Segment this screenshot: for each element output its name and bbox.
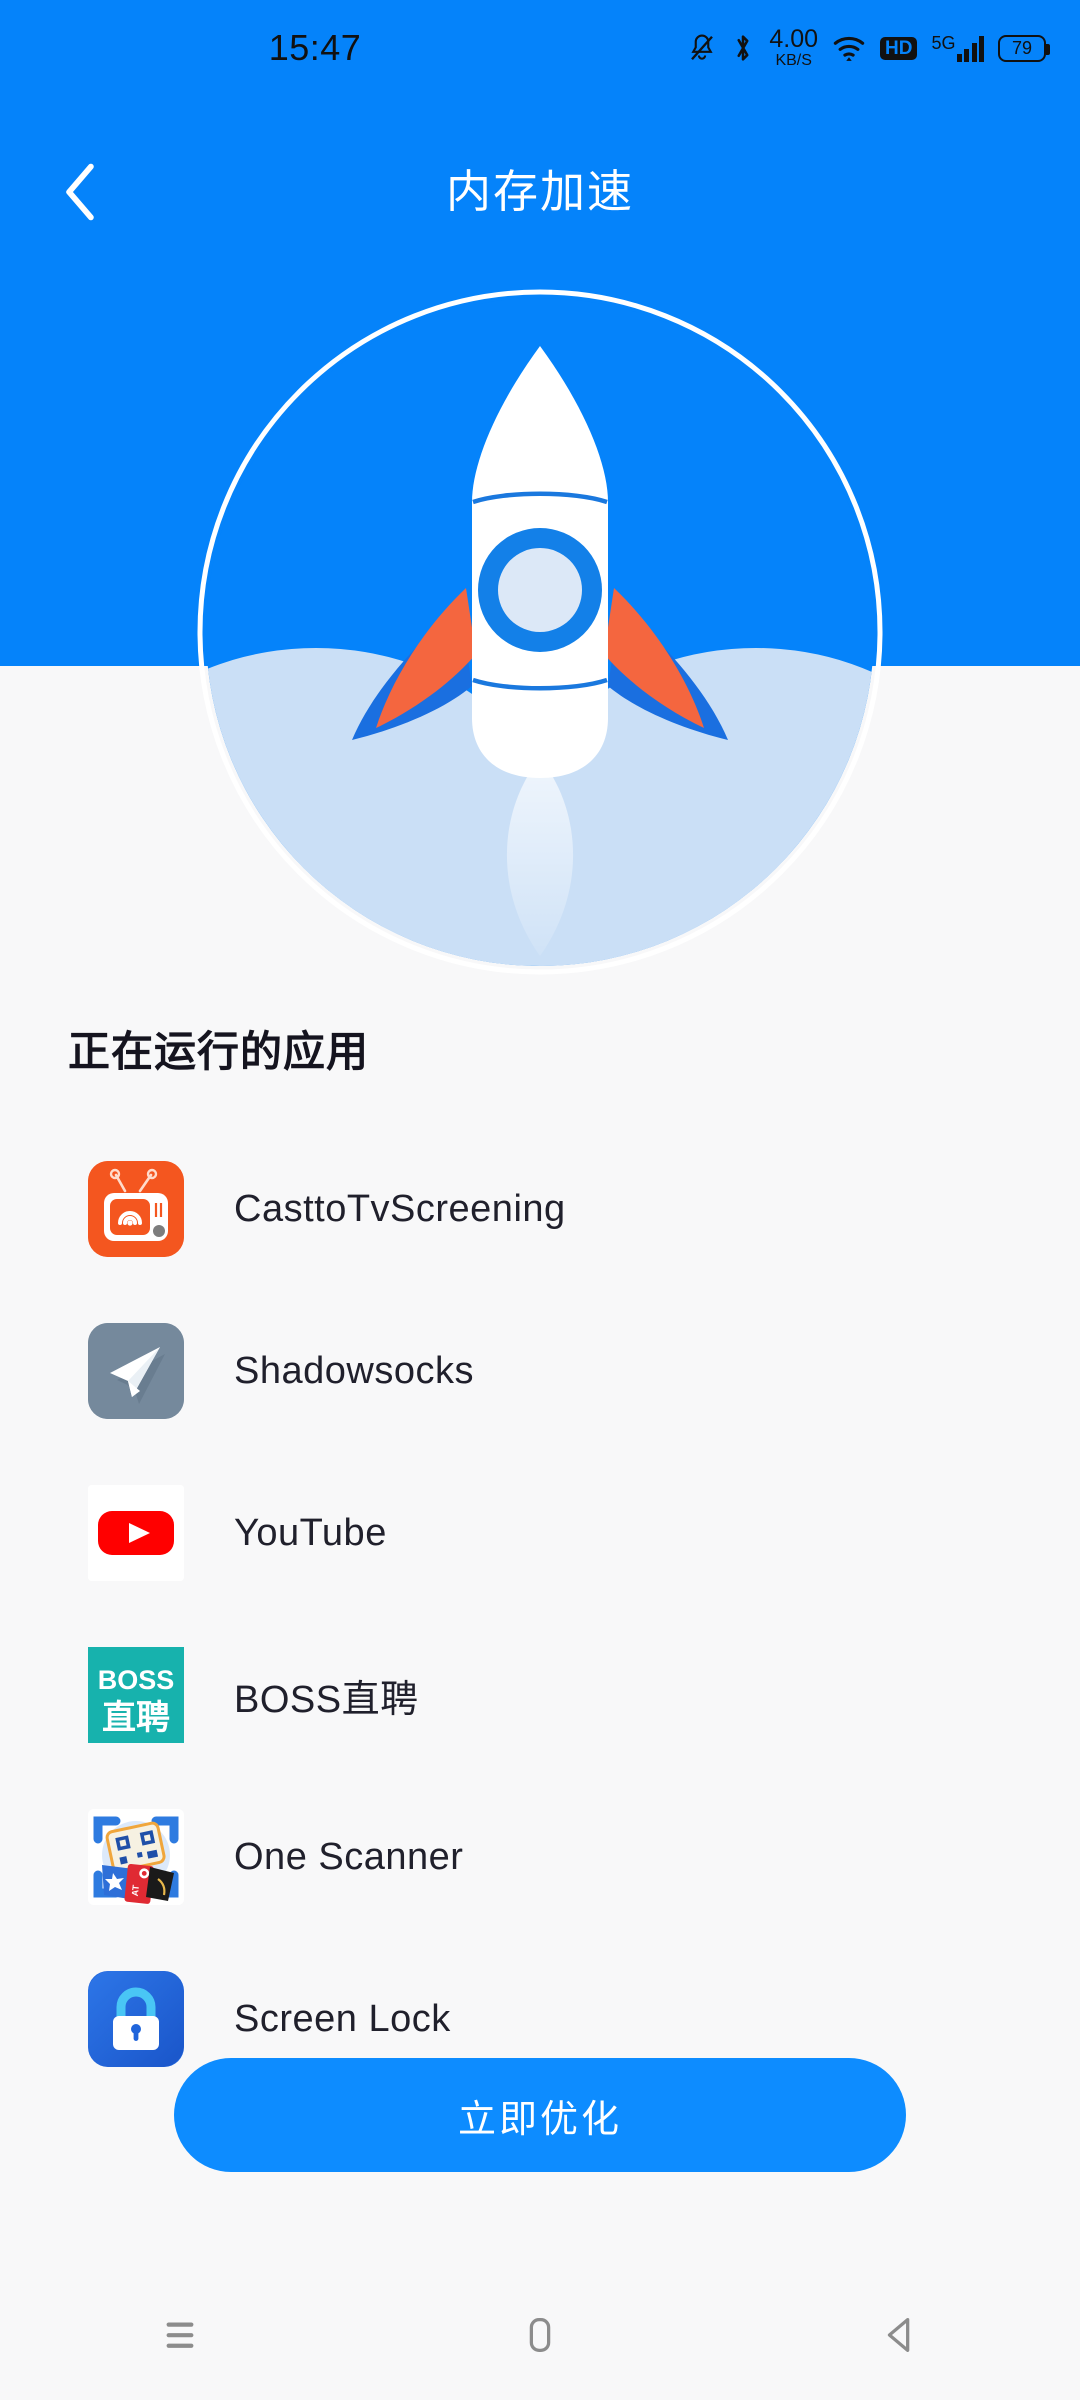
status-icon-group: 4.00 KB/S HD 5G 79 <box>687 27 1050 69</box>
wifi-icon <box>832 33 866 63</box>
cast-tv-icon <box>88 1161 184 1257</box>
app-name: Shadowsocks <box>234 1349 474 1392</box>
list-item[interactable]: Shadowsocks <box>0 1290 1080 1452</box>
system-nav-bar <box>0 2270 1080 2400</box>
hd-icon: HD <box>880 36 918 60</box>
svg-text:直聘: 直聘 <box>102 1699 170 1737</box>
recents-button[interactable] <box>100 2270 260 2400</box>
app-name: One Scanner <box>234 1835 464 1878</box>
network-speed-unit: KB/S <box>775 52 812 69</box>
back-icon <box>887 2318 910 2352</box>
network-speed-indicator: 4.00 KB/S <box>769 27 818 69</box>
svg-text:BOSS: BOSS <box>98 1665 175 1695</box>
status-time: 15:47 <box>268 27 362 68</box>
svg-text:AT: AT <box>130 1884 141 1897</box>
running-apps-list: CasttoTvScreening Shadowsocks YouTube BO… <box>0 1128 1080 2100</box>
cta-container: 立即优化 <box>0 2058 1080 2172</box>
app-name: Screen Lock <box>234 1997 451 2040</box>
back-button-nav[interactable] <box>820 2270 980 2400</box>
recents-icon <box>166 2322 194 2348</box>
qr-scanner-icon: AT <box>88 1809 184 1905</box>
page-section-title: 正在运行的应用 <box>68 1028 370 1075</box>
home-icon <box>529 2318 551 2352</box>
battery-percent: 79 <box>1011 38 1033 58</box>
optimize-now-button[interactable]: 立即优化 <box>174 2058 906 2172</box>
home-button[interactable] <box>460 2270 620 2400</box>
mute-icon <box>687 32 717 64</box>
list-item[interactable]: BOSS 直聘 BOSS直聘 <box>0 1614 1080 1776</box>
list-item[interactable]: CasttoTvScreening <box>0 1128 1080 1290</box>
paper-plane-icon <box>88 1323 184 1419</box>
app-name: BOSS直聘 <box>234 1678 419 1721</box>
youtube-icon <box>88 1485 184 1581</box>
rocket-illustration <box>196 288 884 976</box>
network-type-label: 5G <box>931 33 956 53</box>
battery-icon: 79 <box>998 34 1050 62</box>
app-name: YouTube <box>234 1511 387 1554</box>
boss-zhipin-icon: BOSS 直聘 <box>88 1647 184 1743</box>
network-speed-value: 4.00 <box>769 25 819 53</box>
signal-icon: 5G <box>931 34 984 62</box>
page-title: 内存加速 <box>445 166 634 217</box>
padlock-icon <box>88 1971 184 2067</box>
app-name: CasttoTvScreening <box>234 1187 566 1230</box>
bluetooth-icon <box>731 31 755 65</box>
phone-screen: 15:47 4.00 KB/S HD 5G 79 内存加速 正在运行的应用 Ca… <box>0 0 1080 2400</box>
signal-bars <box>956 36 984 62</box>
list-item[interactable]: AT One Scanner <box>0 1776 1080 1938</box>
list-item[interactable]: YouTube <box>0 1452 1080 1614</box>
status-bar: 15:47 4.00 KB/S HD 5G 79 <box>0 0 1080 96</box>
